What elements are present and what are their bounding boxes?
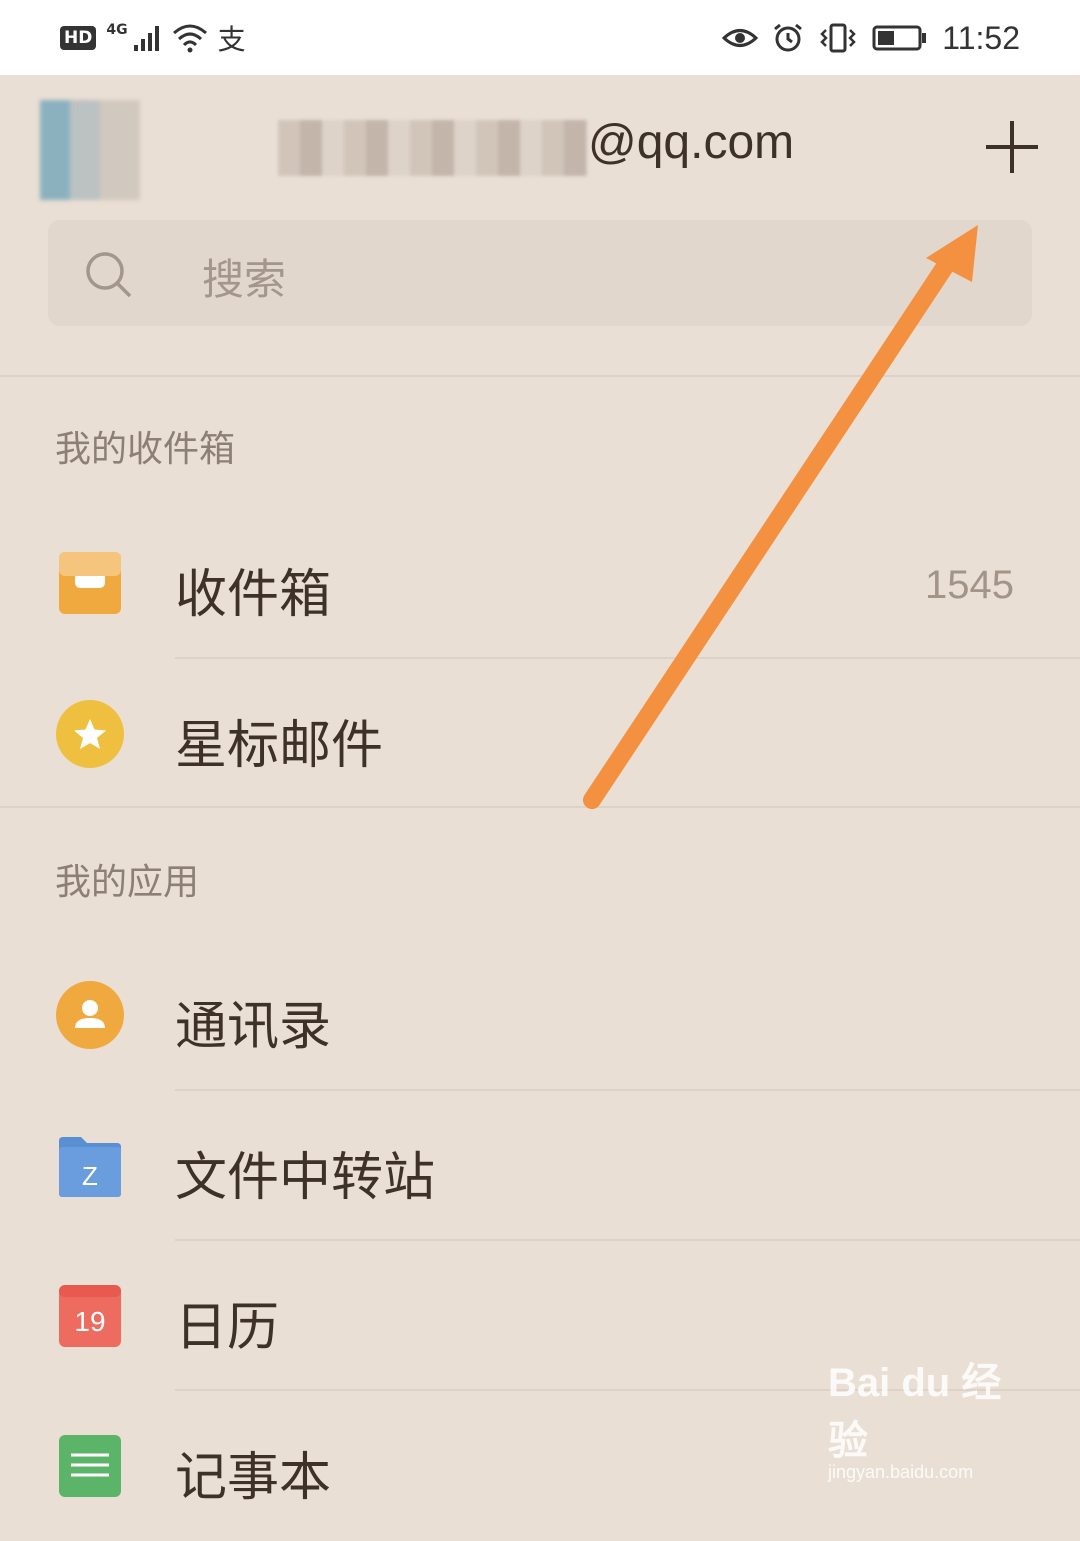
avatar[interactable] xyxy=(40,100,140,200)
divider xyxy=(0,806,1080,808)
account-name-redacted xyxy=(278,120,588,176)
folder-badge: Z xyxy=(82,1161,98,1191)
search-placeholder: 搜索 xyxy=(202,255,287,304)
inbox-tray-icon xyxy=(59,552,121,614)
list-item-inbox[interactable]: 收件箱 1545 xyxy=(0,508,1080,658)
list-item-calendar[interactable]: 19 日历 xyxy=(0,1241,1080,1391)
plus-icon[interactable] xyxy=(980,115,1044,179)
account-header: @qq.com xyxy=(0,75,1080,225)
search-icon xyxy=(86,252,132,298)
alarm-icon xyxy=(774,23,803,52)
hd-badge: HD xyxy=(60,26,97,50)
wifi-icon xyxy=(172,24,207,53)
star-icon xyxy=(56,700,124,768)
section-title-inbox: 我的收件箱 xyxy=(55,429,236,470)
signal-icon xyxy=(133,26,159,51)
status-bar: HD 4G 支 11:52 xyxy=(0,0,1080,75)
list-item-notepad[interactable]: 记事本 xyxy=(0,1391,1080,1541)
list-item-label: 星标邮件 xyxy=(175,716,384,776)
network-type: 4G xyxy=(106,22,128,38)
account-email[interactable]: @qq.com xyxy=(588,115,794,170)
status-right: 11:52 xyxy=(722,18,1020,58)
status-left: HD 4G 支 xyxy=(60,18,246,58)
alipay-icon: 支 xyxy=(217,23,246,56)
notepad-icon xyxy=(59,1435,121,1497)
list-item-label: 日历 xyxy=(175,1298,280,1358)
divider xyxy=(0,375,1080,377)
list-item-label: 通讯录 xyxy=(175,997,332,1057)
list-item-label: 记事本 xyxy=(175,1448,332,1508)
eye-icon xyxy=(722,29,759,47)
unread-count: 1545 xyxy=(925,563,1014,607)
list-item-contacts[interactable]: 通讯录 xyxy=(0,940,1080,1090)
vibrate-icon xyxy=(820,23,857,53)
list-item-label: 文件中转站 xyxy=(175,1148,436,1208)
list-item-label: 收件箱 xyxy=(175,565,332,625)
folder-icon: Z xyxy=(59,1137,121,1197)
section-title-apps: 我的应用 xyxy=(55,862,200,903)
battery-icon xyxy=(872,25,927,51)
search-input[interactable]: 搜索 xyxy=(48,220,1032,326)
contacts-icon xyxy=(56,981,124,1049)
calendar-day: 19 xyxy=(74,1306,105,1337)
calendar-icon: 19 xyxy=(59,1285,121,1347)
list-item-file-transfer[interactable]: Z 文件中转站 xyxy=(0,1091,1080,1241)
status-time: 11:52 xyxy=(942,19,1020,56)
list-item-starred[interactable]: 星标邮件 xyxy=(0,659,1080,809)
